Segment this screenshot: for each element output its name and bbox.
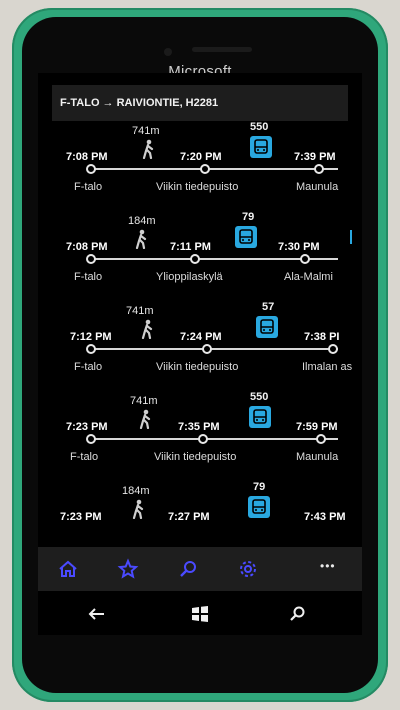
stop-marker (190, 254, 200, 264)
walk-distance: 741m (126, 305, 154, 317)
walk-icon (142, 139, 154, 159)
line-number: 550 (250, 391, 269, 403)
departure-time: 7:08 PM (66, 241, 108, 253)
earpiece-speaker (192, 47, 252, 52)
favorite-star-icon[interactable] (116, 557, 140, 581)
origin-stop: F-talo (74, 361, 103, 373)
transfer-stop: Viikin tiedepuisto (154, 451, 237, 463)
route-track (90, 168, 338, 170)
transfer-time: 7:27 PM (168, 511, 210, 523)
system-nav-bar (38, 591, 362, 635)
stop-marker (86, 254, 96, 264)
walk-distance: 741m (130, 395, 158, 407)
stop-marker (86, 164, 96, 174)
bus-icon (248, 496, 270, 518)
stop-marker (86, 344, 96, 354)
app-screen: F-TALO → RAIVIONTIE, H2281 741m 550 7:08… (38, 73, 362, 591)
route-track (90, 438, 338, 440)
arrival-time: 7:38 PI (304, 331, 340, 343)
route-header: F-TALO → RAIVIONTIE, H2281 (52, 85, 348, 121)
transfer-time: 7:24 PM (180, 331, 222, 343)
search-icon[interactable] (286, 603, 308, 625)
walk-distance: 184m (128, 215, 156, 227)
bus-icon (250, 136, 272, 158)
stop-marker (316, 434, 326, 444)
transfer-time: 7:11 PM (170, 241, 211, 253)
search-icon[interactable] (176, 557, 200, 581)
transfer-stop: Viikin tiedepuisto (156, 361, 239, 373)
transfer-time: 7:20 PM (180, 151, 222, 163)
walk-icon (139, 409, 151, 429)
arrival-time: 7:30 PM (278, 241, 320, 253)
route-track (90, 348, 338, 350)
arrival-time: 7:59 PM (296, 421, 338, 433)
departure-time: 7:23 PM (66, 421, 108, 433)
walk-icon (141, 319, 153, 339)
bus-icon (235, 226, 257, 248)
origin-stop: F-talo (74, 181, 103, 193)
route-option[interactable]: 741m 57 7:12 PM 7:24 PM 7:38 PI F-talo V… (38, 301, 362, 395)
walk-distance: 184m (122, 485, 150, 497)
home-icon[interactable] (56, 557, 80, 581)
stop-marker (328, 344, 338, 354)
route-option[interactable]: 741m 550 7:08 PM 7:20 PM 7:39 PM F-talo … (38, 121, 362, 215)
front-camera (164, 48, 172, 56)
app-bar: ••• (38, 547, 362, 591)
arrival-time: 7:39 PM (294, 151, 336, 163)
bus-icon (256, 316, 278, 338)
stop-marker (198, 434, 208, 444)
destination-stop: Ilmalan as (302, 361, 353, 373)
line-number: 79 (242, 211, 255, 223)
settings-gear-icon[interactable] (236, 557, 260, 581)
destination-stop: Maunula (296, 451, 339, 463)
stop-marker (200, 164, 210, 174)
line-number: 79 (253, 481, 266, 493)
line-number: 57 (262, 301, 275, 313)
origin-stop: F-talo (74, 271, 103, 283)
walk-icon (135, 229, 147, 249)
scroll-indicator[interactable] (350, 230, 352, 244)
departure-time: 7:08 PM (66, 151, 108, 163)
windows-start-icon[interactable] (189, 603, 211, 625)
bus-icon (249, 406, 271, 428)
back-arrow-icon[interactable] (86, 603, 108, 625)
destination-stop: Ala-Malmi (284, 271, 333, 283)
stop-marker (86, 434, 96, 444)
arrival-time: 7:43 PM (304, 511, 346, 523)
departure-time: 7:12 PM (70, 331, 112, 343)
walk-distance: 741m (132, 125, 160, 137)
transfer-stop: Viikin tiedepuisto (156, 181, 239, 193)
departure-time: 7:23 PM (60, 511, 102, 523)
transfer-stop: Ylioppilaskylä (156, 271, 223, 283)
stop-marker (314, 164, 324, 174)
transfer-time: 7:35 PM (178, 421, 220, 433)
destination-stop: Maunula (296, 181, 339, 193)
more-menu-button[interactable]: ••• (320, 559, 336, 573)
stop-marker (300, 254, 310, 264)
walk-icon (132, 499, 144, 519)
line-number: 550 (250, 121, 269, 133)
stop-marker (202, 344, 212, 354)
route-option[interactable]: 741m 550 7:23 PM 7:35 PM 7:59 PM F-talo … (38, 391, 362, 485)
origin-stop: F-talo (70, 451, 99, 463)
route-option[interactable]: 184m 79 7:08 PM 7:11 PM 7:30 PM F-talo Y… (38, 211, 362, 305)
